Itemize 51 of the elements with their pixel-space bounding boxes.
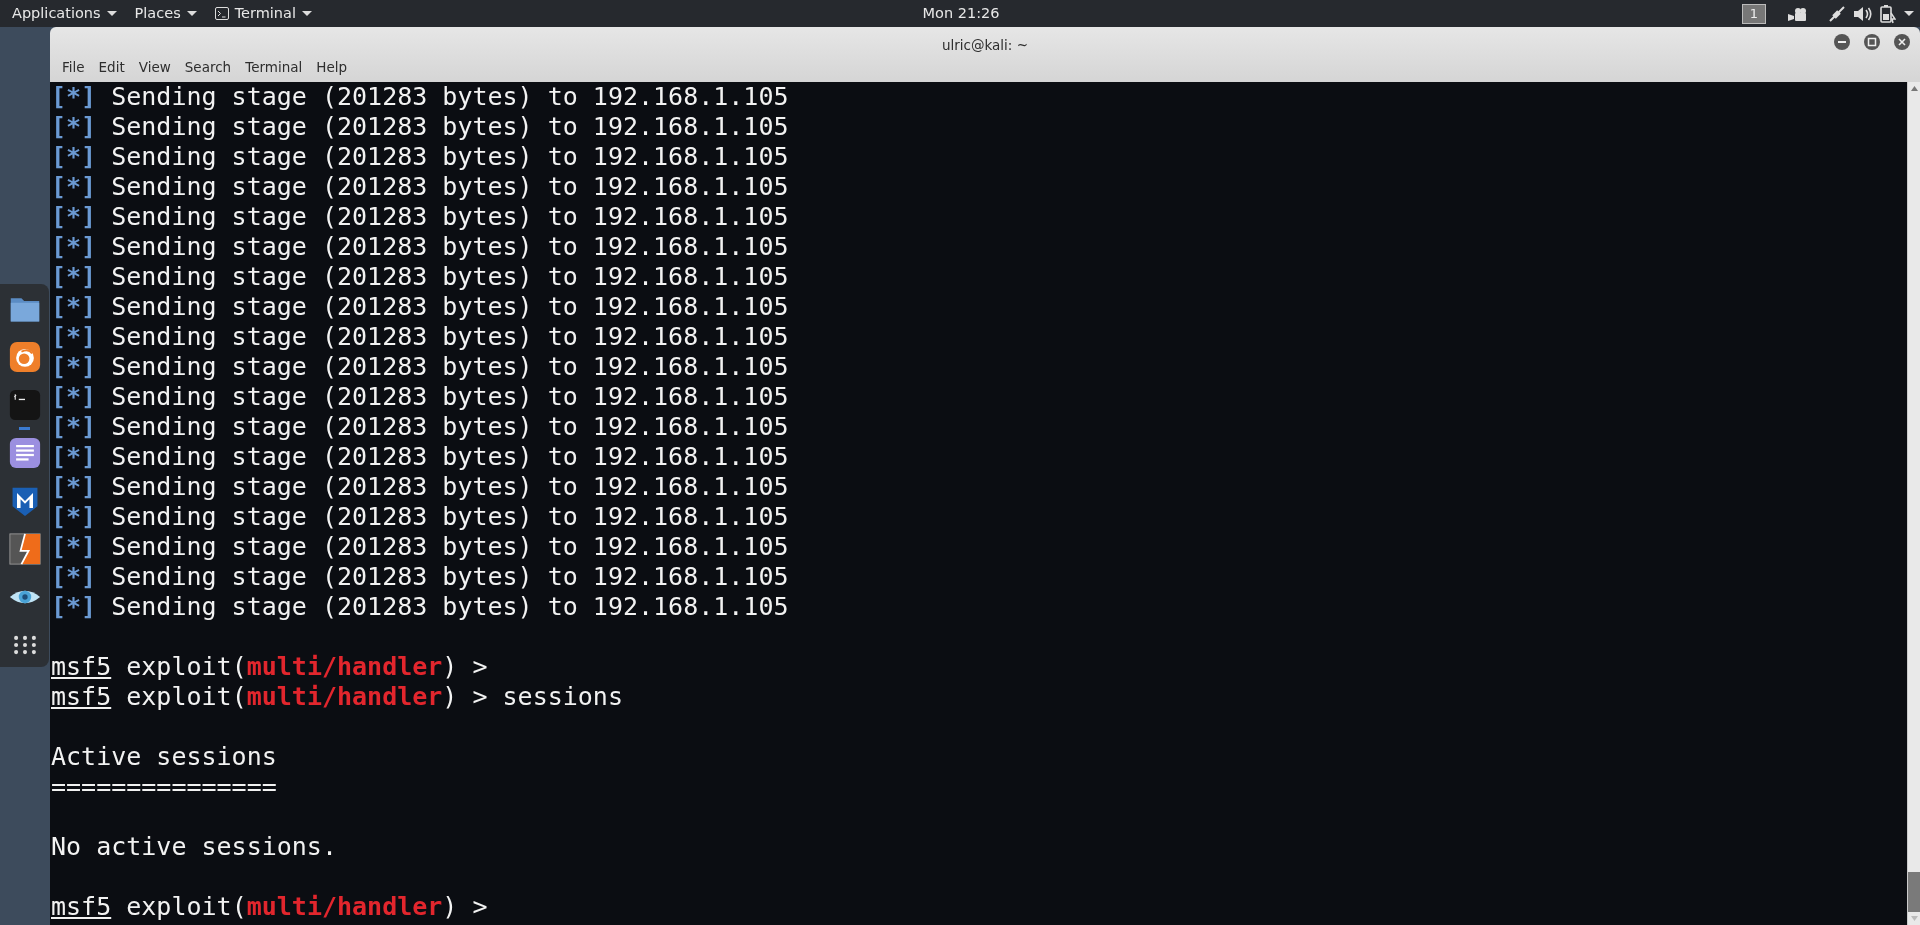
caret-icon [186, 11, 197, 16]
prompt-line: msf5 exploit(multi/handler) > [51, 892, 488, 922]
output-line: [*] Sending stage (201283 bytes) to 192.168.1.105 [51, 82, 789, 112]
output-line: [*] Sending stage (201283 bytes) to 192.168.1.105 [51, 532, 789, 562]
notes-icon[interactable] [8, 437, 41, 469]
workspace-indicator[interactable]: 1 [1741, 3, 1766, 24]
output-line: [*] Sending stage (201283 bytes) to 192.168.1.105 [51, 322, 789, 352]
output-line: [*] Sending stage (201283 bytes) to 192.168.1.105 [51, 262, 789, 292]
prompt-line: msf5 exploit(multi/handler) > [51, 652, 488, 682]
output-line: [*] Sending stage (201283 bytes) to 192.168.1.105 [51, 592, 789, 622]
output-line: [*] Sending stage (201283 bytes) to 192.168.1.105 [51, 232, 789, 262]
menu-item[interactable]: Terminal [239, 55, 311, 80]
output-line: [*] Sending stage (201283 bytes) to 192.168.1.105 [51, 562, 789, 592]
browser-icon[interactable] [8, 341, 41, 373]
minimize-button[interactable] [1834, 34, 1850, 50]
terminal-icon [214, 7, 229, 20]
top-menu[interactable]: Places [130, 2, 211, 25]
output-line: [*] Sending stage (201283 bytes) to 192.168.1.105 [51, 142, 789, 172]
caret-icon [1904, 11, 1914, 16]
output-line: [*] Sending stage (201283 bytes) to 192.168.1.105 [51, 202, 789, 232]
battery-icon [1880, 3, 1896, 24]
clock[interactable]: Mon 21:26 [922, 2, 1000, 25]
output-line: [*] Sending stage (201283 bytes) to 192.168.1.105 [51, 442, 789, 472]
top-menu[interactable]: Terminal [210, 2, 326, 25]
menu-item[interactable]: Edit [92, 55, 133, 80]
output-line: [*] Sending stage (201283 bytes) to 192.168.1.105 [51, 382, 789, 412]
output-line: =============== [51, 772, 277, 802]
output-line: [*] Sending stage (201283 bytes) to 192.168.1.105 [51, 292, 789, 322]
plug-icon [1828, 4, 1846, 23]
close-button[interactable] [1894, 34, 1910, 50]
top-menu[interactable]: Applications [8, 2, 131, 25]
output-line: No active sessions. [51, 832, 337, 862]
output-line: Active sessions [51, 742, 277, 772]
lightning-icon[interactable] [8, 533, 41, 565]
output-line: [*] Sending stage (201283 bytes) to 192.168.1.105 [51, 112, 789, 142]
menu-item[interactable]: File [56, 55, 93, 80]
caret-icon [301, 11, 312, 16]
prompt-line: msf5 exploit(multi/handler) > sessions [51, 682, 623, 712]
output-line: [*] Sending stage (201283 bytes) to 192.168.1.105 [51, 502, 789, 532]
output-line: [*] Sending stage (201283 bytes) to 192.168.1.105 [51, 352, 789, 382]
output-line: [*] Sending stage (201283 bytes) to 192.168.1.105 [51, 412, 789, 442]
caret-icon [106, 11, 117, 16]
menu-item[interactable]: Search [178, 55, 240, 80]
menu-item[interactable]: Help [310, 55, 356, 80]
maximize-button[interactable] [1864, 34, 1880, 50]
video-camera-icon [1788, 6, 1806, 21]
menu-item[interactable]: View [132, 55, 179, 80]
volume-icon [1854, 4, 1872, 23]
output-line: [*] Sending stage (201283 bytes) to 192.168.1.105 [51, 172, 789, 202]
window-title: ulric@kali: ~ [942, 36, 1028, 55]
output-line: [*] Sending stage (201283 bytes) to 192.168.1.105 [51, 472, 789, 502]
